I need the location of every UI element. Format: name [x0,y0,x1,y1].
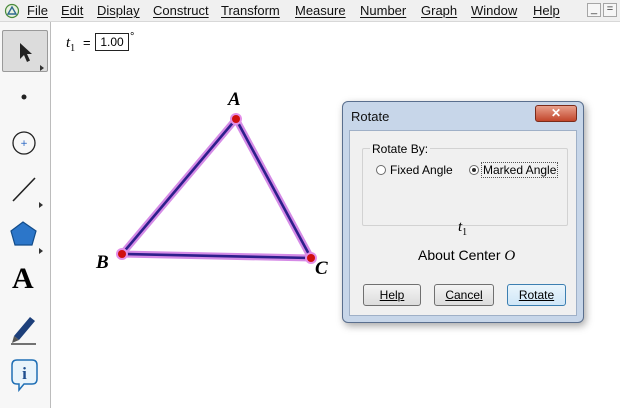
information-tool[interactable]: i [2,354,48,396]
point-a [232,115,240,123]
text-tool-icon: A [12,262,34,295]
menu-file[interactable]: File [27,3,48,19]
rotate-dialog: Rotate ✕ Rotate By: Fixed Angle Marked A… [342,101,584,323]
selection-arrow-tool[interactable] [2,30,48,72]
compass-tool[interactable]: + [2,122,48,164]
marked-angle-radio[interactable] [469,165,479,175]
menu-help[interactable]: Help [533,3,560,19]
point-tool[interactable] [2,76,48,118]
marker-icon [11,317,36,345]
menu-number[interactable]: Number [360,3,406,19]
help-button[interactable]: Help [363,284,421,306]
rotate-by-label: Rotate By: [370,142,431,156]
menu-edit[interactable]: Edit [61,3,83,19]
menu-window[interactable]: Window [471,3,517,19]
text-tool[interactable]: A [2,260,48,302]
arrow-icon [20,43,44,71]
close-icon: ✕ [550,106,562,120]
label-c[interactable]: C [315,258,328,280]
label-b[interactable]: B [96,252,109,274]
fixed-angle-radio[interactable] [376,165,386,175]
restore-button[interactable]: = [603,3,617,17]
compass-icon: + [12,131,36,155]
point-c [307,254,315,262]
minimize-button[interactable]: _ [587,3,601,17]
marked-angle-label[interactable]: Marked Angle [481,162,559,178]
segment-ca [234,118,313,259]
svg-text:i: i [22,364,27,383]
marker-tool[interactable] [2,306,48,348]
menu-bar: File Edit Display Construct Transform Me… [0,0,620,22]
point-icon [21,94,27,100]
straightedge-tool[interactable] [2,168,48,210]
dialog-title: Rotate [351,109,390,124]
triangle-highlight [118,115,315,262]
menu-graph[interactable]: Graph [421,3,457,19]
rotate-button[interactable]: Rotate [507,284,566,306]
polygon-icon [10,221,43,254]
close-button[interactable]: ✕ [535,105,577,122]
polygon-tool[interactable] [2,214,48,256]
dialog-body: Rotate By: Fixed Angle Marked Angle t1 A… [349,130,577,316]
menu-measure[interactable]: Measure [295,3,346,19]
info-icon: i [11,359,38,393]
marked-angle-name: t1 [458,219,468,238]
app-icon[interactable] [4,3,20,19]
menu-construct[interactable]: Construct [153,3,209,19]
menu-display[interactable]: Display [97,3,140,19]
svg-text:+: + [20,139,28,149]
about-center-text: About Center O [418,247,516,264]
label-a[interactable]: A [228,89,241,111]
toolbox: + A i [0,22,51,408]
menu-transform[interactable]: Transform [221,3,280,19]
fixed-angle-label[interactable]: Fixed Angle [390,163,453,177]
rotate-by-group [362,148,568,226]
straightedge-icon [12,177,43,208]
cancel-button[interactable]: Cancel [434,284,494,306]
point-b [118,250,126,258]
segment-ab [121,118,237,255]
